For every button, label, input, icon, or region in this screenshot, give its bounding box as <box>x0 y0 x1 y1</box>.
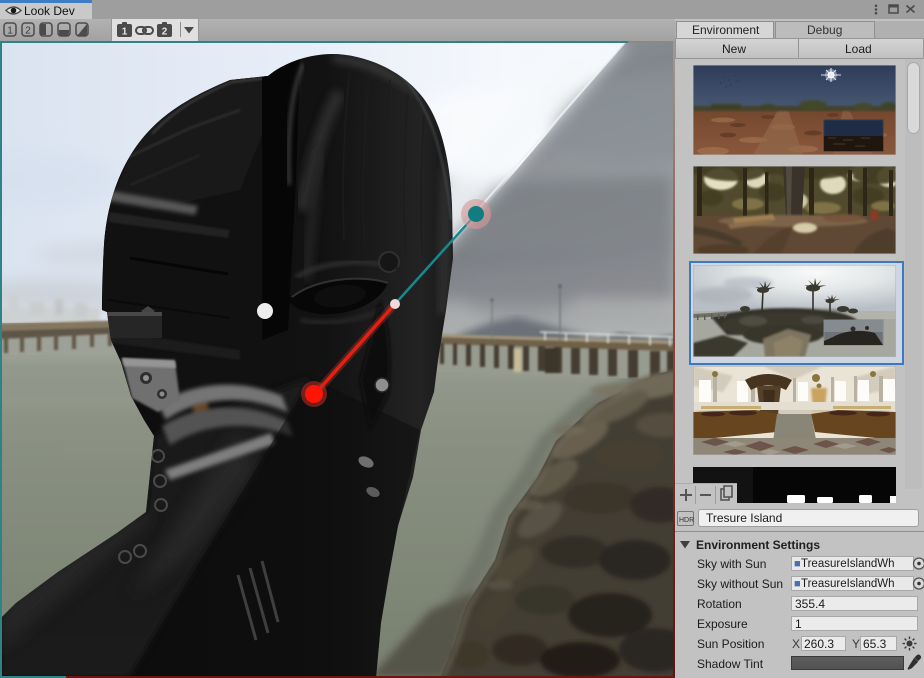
svg-text:2: 2 <box>162 27 168 38</box>
svg-text:2: 2 <box>25 26 31 37</box>
svg-text:1: 1 <box>7 26 13 37</box>
svg-text:1: 1 <box>122 27 128 38</box>
